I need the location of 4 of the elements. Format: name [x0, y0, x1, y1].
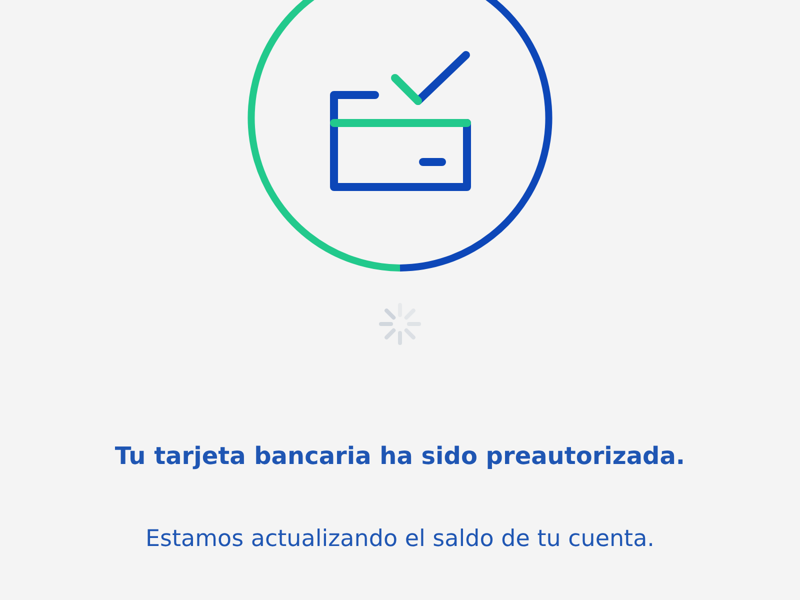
- card-check-icon: [245, 0, 555, 274]
- confirmation-title: Tu tarjeta bancaria ha sido preautorizada.: [114, 442, 686, 470]
- loading-spinner-icon: [378, 302, 422, 346]
- status-message: Estamos actualizando el saldo de tu cuenta.: [146, 526, 654, 552]
